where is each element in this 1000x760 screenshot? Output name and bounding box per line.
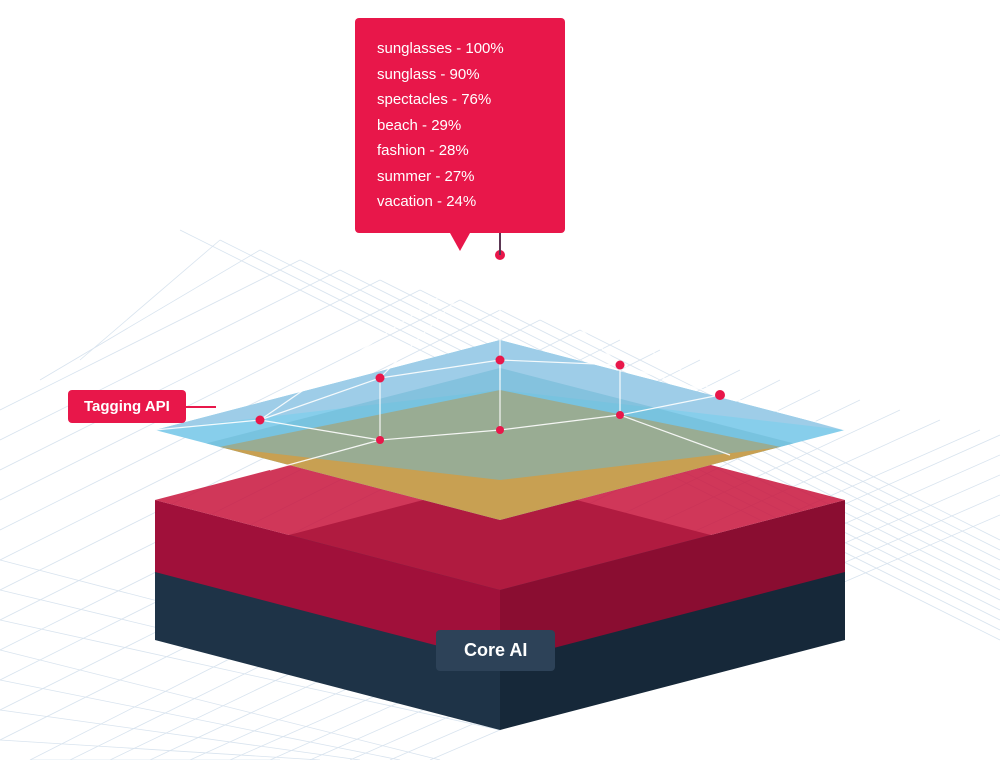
tag-line-2: sunglass - 90% [377,62,543,88]
tag-line-5: fashion - 28% [377,138,543,164]
tag-line-1: sunglasses - 100% [377,36,543,62]
tag-line-4: beach - 29% [377,113,543,139]
tag-line-3: spectacles - 76% [377,87,543,113]
core-ai-label: Core AI [436,630,555,671]
tags-popup: sunglasses - 100% sunglass - 90% spectac… [355,18,565,233]
tagging-api-label: Tagging API [68,390,186,423]
tag-line-6: summer - 27% [377,164,543,190]
tag-line-7: vacation - 24% [377,189,543,215]
